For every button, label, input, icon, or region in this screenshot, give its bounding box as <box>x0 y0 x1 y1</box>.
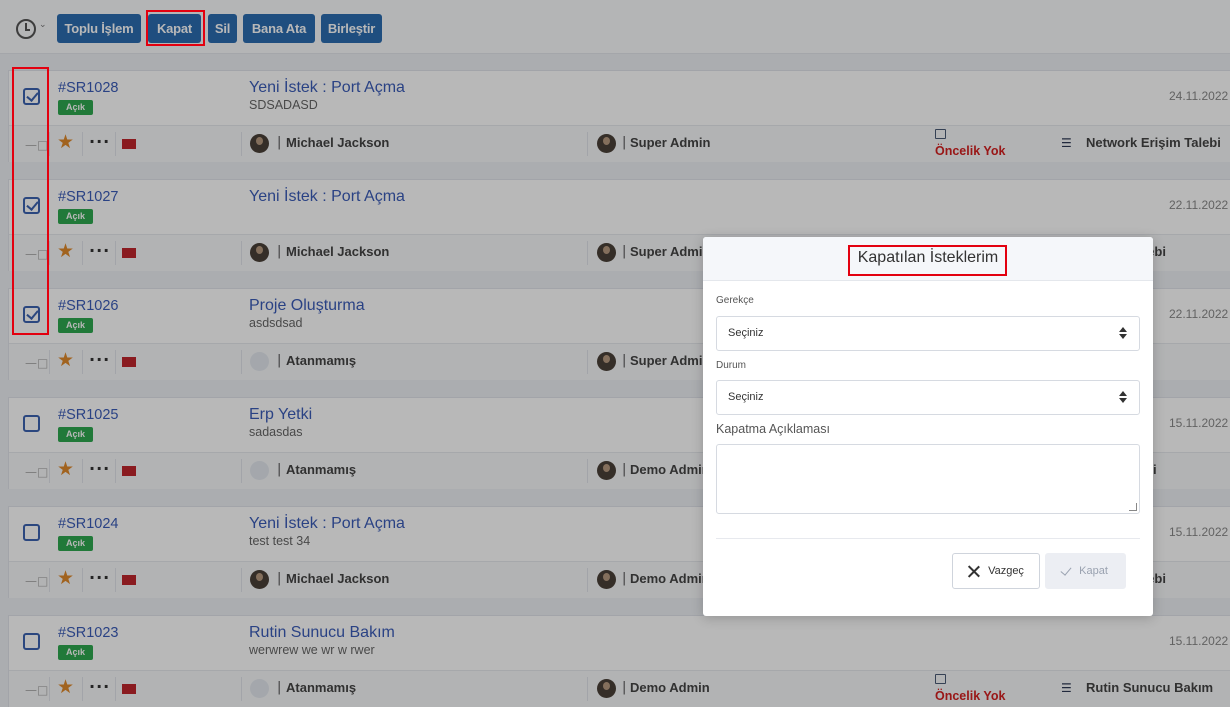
cancel-button[interactable]: Vazgeç <box>952 553 1040 589</box>
modal-title: Kapatılan İsteklerim <box>857 249 999 266</box>
status-label: Durum <box>716 360 747 371</box>
check-icon <box>1060 563 1072 576</box>
close-requests-modal: Kapatılan İsteklerim Gerekçe Seçiniz Dur… <box>703 237 1153 616</box>
status-select[interactable]: Seçiniz <box>716 380 1140 415</box>
cancel-button-label: Vazgeç <box>988 565 1024 577</box>
confirm-close-button[interactable]: Kapat <box>1045 553 1126 589</box>
reason-label: Gerekçe <box>716 295 754 306</box>
close-note-textarea[interactable] <box>716 444 1140 514</box>
close-icon <box>968 565 980 577</box>
select-arrows-icon <box>1119 391 1127 403</box>
close-note-label: Kapatma Açıklaması <box>716 422 830 436</box>
reason-select[interactable]: Seçiniz <box>716 316 1140 351</box>
resize-grip-icon[interactable] <box>1129 503 1137 511</box>
modal-header: Kapatılan İsteklerim <box>703 237 1153 281</box>
reason-select-value: Seçiniz <box>728 327 764 339</box>
status-select-value: Seçiniz <box>728 391 764 403</box>
confirm-close-button-label: Kapat <box>1079 565 1108 577</box>
modal-divider <box>716 538 1140 539</box>
select-arrows-icon <box>1119 327 1127 339</box>
